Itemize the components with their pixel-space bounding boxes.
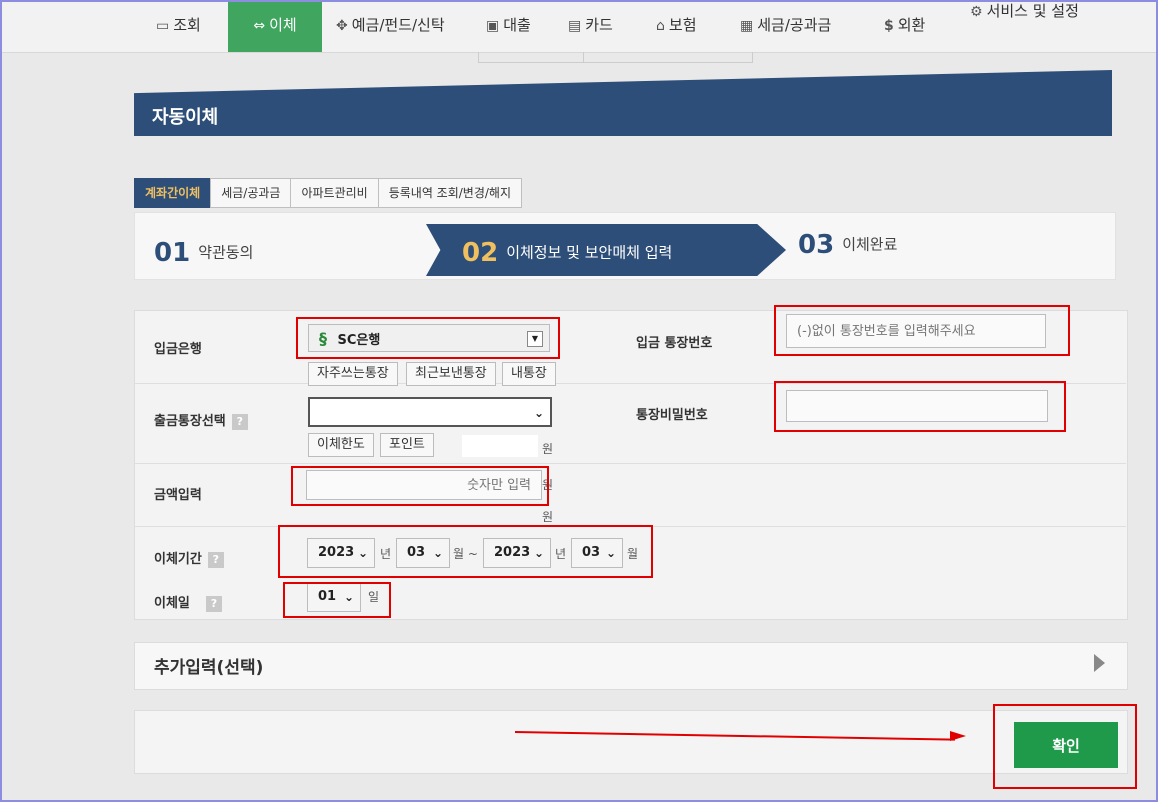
page-title-bar [134, 70, 1112, 136]
withdraw-account-label: 출금통장선택? [154, 410, 248, 430]
nav-item-insurance[interactable]: ⌂ 보험 [656, 0, 697, 52]
nav-item-forex[interactable]: $ 외환 [884, 0, 925, 52]
additional-input-title: 추가입력(선택) [154, 658, 264, 678]
nav-item-service-settings[interactable]: ⚙ 서비스 및 설정 [970, 0, 1079, 38]
action-bar [134, 710, 1128, 774]
additional-input-section[interactable] [134, 642, 1128, 690]
annotation-box-deposit-account [774, 305, 1070, 356]
period-label: 이체기간? [154, 548, 224, 568]
step-1: 01 약관동의 [154, 238, 254, 268]
frequent-accounts-button[interactable]: 자주쓰는통장 [308, 362, 398, 386]
transfer-type-tabs: 계좌간이체 세금/공과금 아파트관리비 등록내역 조회/변경/해지 [134, 178, 523, 208]
nav-item-deposit-fund[interactable]: ✥ 예금/펀드/신탁 [336, 0, 445, 52]
points-button[interactable]: 포인트 [380, 433, 434, 457]
tax-document-icon: ▦ [740, 18, 754, 34]
help-icon[interactable]: ? [231, 413, 248, 430]
expand-arrow-icon[interactable] [1094, 654, 1105, 672]
annotation-box-day [283, 582, 391, 618]
redacted-balance [462, 435, 538, 457]
subnav-divider [584, 52, 753, 63]
annotation-box-password [774, 381, 1066, 432]
house-icon: ⌂ [656, 18, 665, 34]
page-title: 자동이체 [152, 107, 219, 128]
tab-tax[interactable]: 세금/공과금 [210, 178, 292, 208]
monitor-icon: ▭ [156, 18, 170, 34]
document-won-icon: ▣ [486, 18, 500, 34]
row-divider [134, 463, 1126, 464]
top-navigation: ▭ 조회 ⇔ 이체 ✥ 예금/펀드/신탁 ▣ 대출 ▤ 카드 ⌂ 보험 ▦ 세금/공과금 $ 외… [0, 0, 1158, 53]
subnav-divider [478, 52, 584, 63]
nav-item-transfer[interactable]: ⇔ 이체 [228, 0, 322, 52]
tab-account-transfer[interactable]: 계좌간이체 [134, 178, 212, 208]
step-2: 02 이체정보 및 보안매체 입력 [462, 238, 673, 268]
amount-label: 금액입력 [154, 488, 202, 503]
won-unit: 원 [542, 510, 554, 524]
recent-accounts-button[interactable]: 최근보낸통장 [406, 362, 496, 386]
move-arrows-icon: ✥ [336, 18, 348, 34]
deposit-account-label: 입금 통장번호 [636, 336, 713, 351]
annotation-box-bank [296, 317, 560, 359]
nav-item-loan[interactable]: ▣ 대출 [486, 0, 531, 52]
annotation-box-period [278, 525, 653, 578]
won-unit: 원 [542, 442, 554, 456]
chevron-down-icon: ⌄ [533, 406, 544, 420]
annotation-box-confirm [993, 704, 1137, 789]
help-icon[interactable]: ? [207, 551, 224, 568]
nav-item-inquiry[interactable]: ▭ 조회 [156, 0, 201, 52]
gear-icon: ⚙ [970, 4, 983, 20]
step-3: 03 이체완료 [798, 230, 898, 260]
my-accounts-button[interactable]: 내통장 [502, 362, 556, 386]
tab-registration-history[interactable]: 등록내역 조회/변경/해지 [377, 178, 523, 208]
tab-apartment-fee[interactable]: 아파트관리비 [290, 178, 379, 208]
bank-label: 입금은행 [154, 342, 202, 357]
annotation-arrow-head [950, 731, 966, 741]
card-icon: ▤ [568, 18, 582, 34]
transfer-arrows-icon: ⇔ [253, 18, 266, 34]
day-label: 이체일? [154, 592, 222, 612]
transfer-limit-button[interactable]: 이체한도 [308, 433, 374, 457]
redacted-account-number [320, 401, 498, 423]
annotation-box-amount [291, 466, 549, 506]
dollar-icon: $ [884, 18, 894, 34]
help-icon[interactable]: ? [205, 595, 222, 612]
nav-item-card[interactable]: ▤ 카드 [568, 0, 613, 52]
password-label: 통장비밀번호 [636, 408, 708, 423]
nav-item-tax[interactable]: ▦ 세금/공과금 [740, 0, 831, 52]
